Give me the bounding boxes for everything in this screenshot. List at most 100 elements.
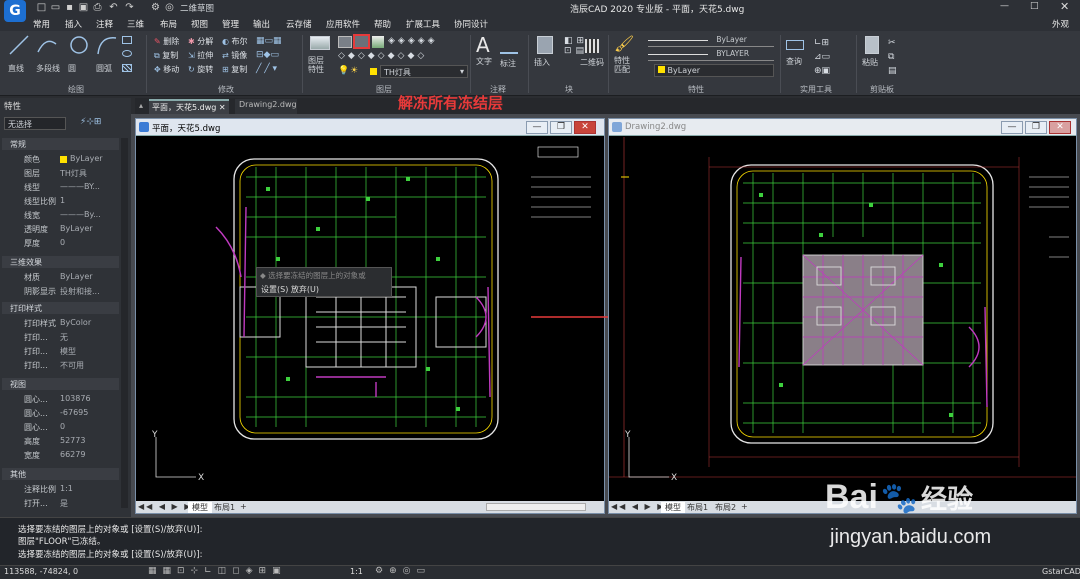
- linetype-select[interactable]: ByLayer: [648, 35, 774, 47]
- menu-extensions[interactable]: 扩展工具: [406, 18, 440, 30]
- prop-row[interactable]: 线宽 ———By...: [2, 208, 119, 222]
- status-toggles-icon[interactable]: ▦▦⊡⊹∟◫◻◈⊞▣: [148, 566, 287, 576]
- menu-insert[interactable]: 插入: [65, 18, 82, 30]
- popup-options[interactable]: 设置(S) 放弃(U): [257, 283, 391, 296]
- menu-annotate[interactable]: 注释: [96, 18, 113, 30]
- menu-3d[interactable]: 三维: [127, 18, 144, 30]
- copy-button[interactable]: ⧉ 复制: [154, 50, 178, 61]
- print-icon[interactable]: ⎙: [92, 2, 103, 13]
- undo-icon[interactable]: ↶: [108, 2, 119, 13]
- mirror-button[interactable]: ⇄ 镜像: [222, 50, 247, 61]
- paste-button[interactable]: 粘贴: [862, 34, 886, 68]
- app-logo[interactable]: G: [4, 0, 26, 22]
- layer-unfreeze-all-icon[interactable]: [353, 34, 370, 49]
- prop-row[interactable]: 圆心... -67695: [2, 406, 119, 420]
- selection-select[interactable]: 无选择: [4, 117, 66, 130]
- utility-tools-icon[interactable]: ∟⊞ ⊿▭ ⊕▣: [814, 36, 830, 78]
- drawing-canvas-2[interactable]: Y X: [609, 137, 1076, 501]
- rotate-button[interactable]: ↻ 旋转: [188, 64, 213, 75]
- layer-iso-icon[interactable]: [372, 36, 384, 48]
- section-view[interactable]: 视图: [2, 378, 119, 390]
- window-2-minimize[interactable]: —: [1001, 121, 1023, 134]
- prop-row[interactable]: 图层 TH灯具: [2, 166, 119, 180]
- close-tab-icon[interactable]: ✕: [219, 103, 226, 112]
- arc-tool[interactable]: 圆弧: [96, 34, 118, 74]
- window-1-restore[interactable]: ❐: [550, 121, 572, 134]
- settings-icon[interactable]: ◎: [164, 2, 175, 13]
- rectangle-icon[interactable]: [122, 36, 132, 44]
- boolean-button[interactable]: ◐ 布尔: [222, 36, 248, 47]
- new-file-icon[interactable]: □: [36, 2, 47, 13]
- maximize-button[interactable]: □: [1030, 1, 1039, 11]
- annotation-scale[interactable]: 1:1: [350, 567, 363, 576]
- lineweight-select[interactable]: BYLAYER: [648, 49, 774, 61]
- menu-home[interactable]: 常用: [33, 18, 50, 30]
- current-layer-select[interactable]: TH灯具 ▾: [380, 65, 468, 78]
- prop-row[interactable]: 宽度 66279: [2, 448, 119, 462]
- modify-extra-icon[interactable]: ▦▭▦: [256, 36, 282, 46]
- dimension-button[interactable]: 标注: [500, 34, 524, 69]
- layer-tools-row1-icon[interactable]: ◈◈◈◈◈: [388, 36, 438, 46]
- prop-row[interactable]: 注释比例 1:1: [2, 482, 119, 496]
- insert-block-button[interactable]: 插入: [534, 34, 558, 68]
- doc-tab-2[interactable]: Drawing2.dwg: [235, 99, 297, 114]
- properties-scrollbar[interactable]: [121, 138, 128, 508]
- command-prompt-line[interactable]: 选择要冻结的图层上的对象或 [设置(S)/放弃(U)]:: [18, 548, 202, 560]
- save-as-icon[interactable]: ▣: [78, 2, 89, 13]
- workspace-select[interactable]: 二维草图: [180, 2, 214, 14]
- tab-add-icon[interactable]: +: [240, 502, 247, 511]
- match-properties-button[interactable]: 🖌 特性 匹配: [614, 34, 638, 74]
- section-3d-effects[interactable]: 三维效果: [2, 256, 119, 268]
- layer-tool-icon[interactable]: [338, 36, 352, 48]
- layer-tools-row2-icon[interactable]: ◇◆◇◆◇◆◇◆◇: [338, 51, 427, 61]
- window-2-restore[interactable]: ❐: [1025, 121, 1047, 134]
- h-scrollbar[interactable]: [486, 503, 586, 511]
- redo-icon[interactable]: ↷: [124, 2, 135, 13]
- measure-button[interactable]: 查询: [786, 34, 810, 67]
- prop-row[interactable]: 材质 ByLayer: [2, 270, 119, 284]
- ellipse-icon[interactable]: [122, 50, 132, 57]
- prop-row[interactable]: 圆心... 103876: [2, 392, 119, 406]
- qrcode-button[interactable]: 二维码: [580, 39, 606, 68]
- polyline-tool[interactable]: 多段线: [36, 34, 62, 74]
- quick-select-icon[interactable]: ⚡⊹⊞: [80, 117, 101, 127]
- close-button[interactable]: ✕: [1060, 0, 1069, 13]
- window-1-minimize[interactable]: —: [526, 121, 548, 134]
- section-plot-style[interactable]: 打印样式: [2, 302, 119, 314]
- window-2-close[interactable]: ✕: [1049, 121, 1071, 134]
- tab-add-icon[interactable]: +: [741, 502, 748, 511]
- hatch-icon[interactable]: [122, 64, 132, 72]
- circle-tool[interactable]: 圆: [68, 34, 90, 74]
- menu-manage[interactable]: 管理: [222, 18, 239, 30]
- prop-row[interactable]: 打印... 无: [2, 330, 119, 344]
- prop-row[interactable]: 阴影显示 投射和接...: [2, 284, 119, 298]
- menu-cloud[interactable]: 云存储: [286, 18, 312, 30]
- text-button[interactable]: A 文字: [476, 34, 496, 67]
- window-1-close[interactable]: ✕: [574, 121, 596, 134]
- tab-layout2[interactable]: 布局2: [715, 502, 736, 513]
- line-tool[interactable]: 直线: [8, 34, 30, 74]
- prop-row[interactable]: 厚度 0: [2, 236, 119, 250]
- tab-layout1[interactable]: 布局1: [687, 502, 708, 513]
- stretch-button[interactable]: ⇲ 拉伸: [188, 50, 213, 61]
- open-file-icon[interactable]: ▭: [50, 2, 61, 13]
- prop-row[interactable]: 颜色 ByLayer: [2, 152, 119, 166]
- layer-properties-button[interactable]: 图层 特性: [308, 34, 332, 80]
- cut-copy-icon[interactable]: ✂ ⧉ ▤: [888, 36, 897, 78]
- modify-extra3-icon[interactable]: ╱ ╱ ▾: [256, 64, 277, 74]
- tab-model[interactable]: 模型: [188, 502, 212, 513]
- prop-row[interactable]: 打开... 是: [2, 496, 119, 510]
- delete-button[interactable]: ✎ 删除: [154, 36, 179, 47]
- minimize-button[interactable]: —: [1000, 1, 1009, 11]
- save-icon[interactable]: ▪: [64, 2, 75, 13]
- prop-row[interactable]: 线型 ———BY...: [2, 180, 119, 194]
- doc-tab-1[interactable]: 平面，天花5.dwg ✕: [149, 99, 229, 114]
- tab-model[interactable]: 模型: [661, 502, 685, 513]
- drawing-window-2[interactable]: Drawing2.dwg — ❐ ✕ Y X ◀◀ ◀ ▶ ▶▶ 模型 布局1 …: [608, 118, 1077, 514]
- menu-collab[interactable]: 协同设计: [454, 18, 488, 30]
- prop-row[interactable]: 高度 52773: [2, 434, 119, 448]
- prop-row[interactable]: 圆心... 0: [2, 420, 119, 434]
- prop-row[interactable]: 打印... 不可用: [2, 358, 119, 372]
- prop-row[interactable]: 打印样式 ByColor: [2, 316, 119, 330]
- menu-output[interactable]: 输出: [253, 18, 270, 30]
